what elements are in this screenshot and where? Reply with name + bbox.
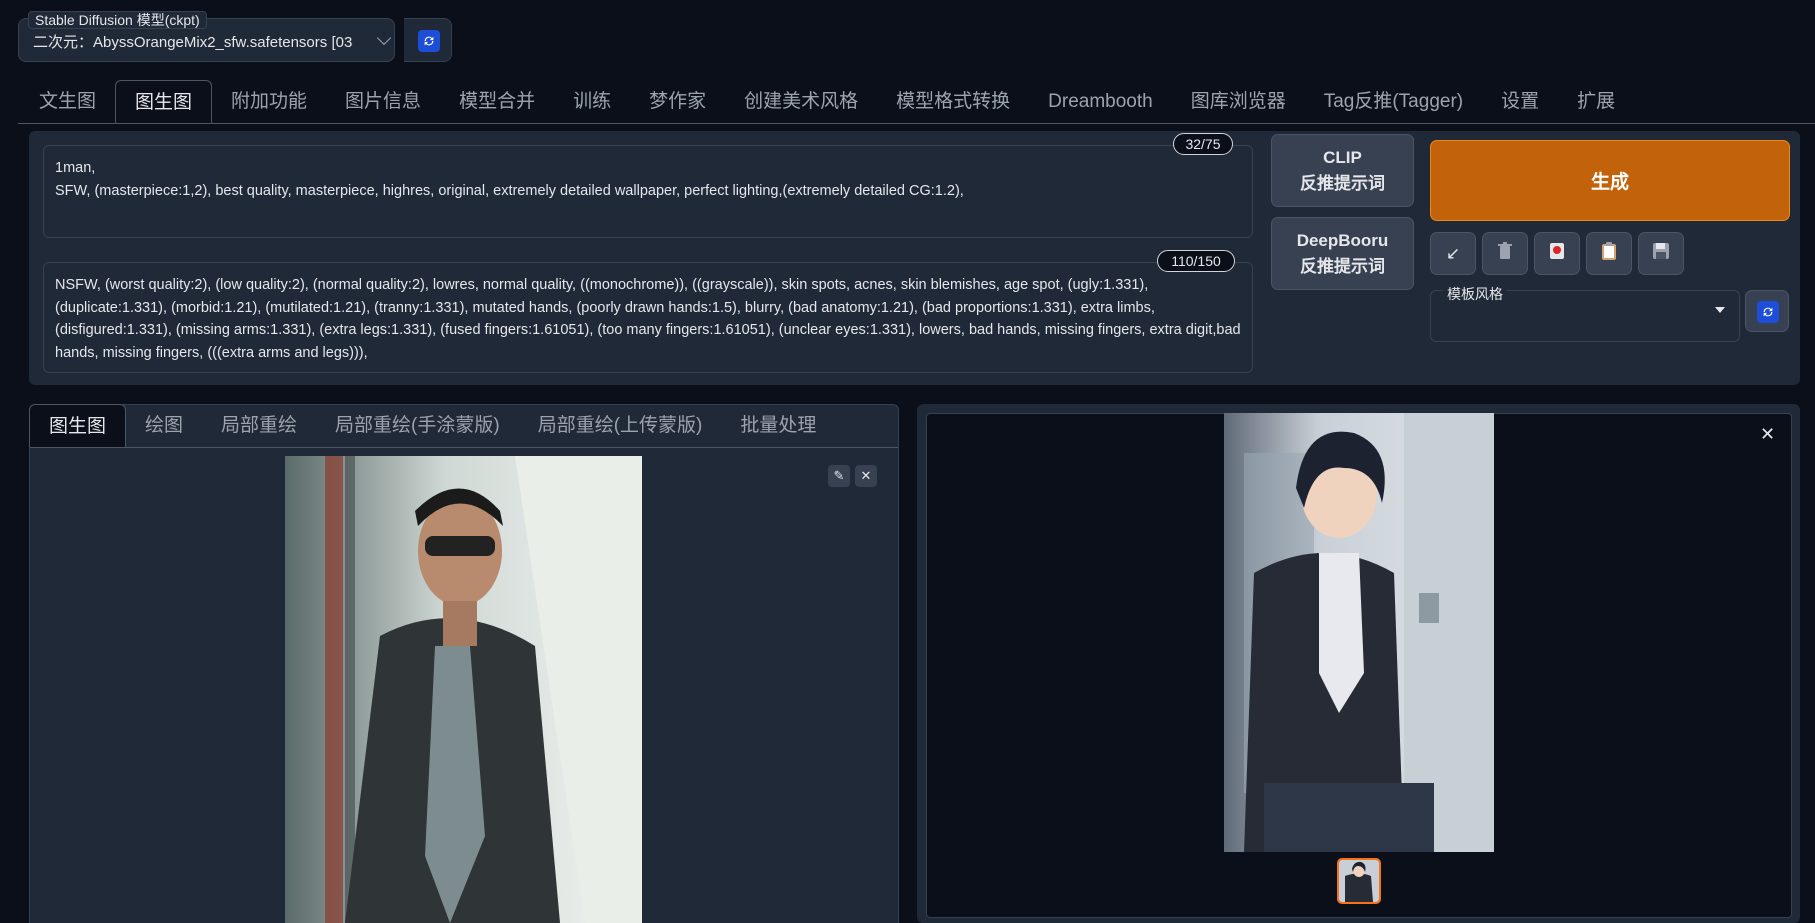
chevron-down-icon — [376, 30, 392, 46]
positive-prompt-input[interactable]: 1man, SFW, (masterpiece:1,2), best quali… — [43, 145, 1253, 238]
clip-button-line1: CLIP — [1323, 147, 1362, 167]
tab-sketch[interactable]: 绘图 — [126, 404, 202, 447]
clear-prompt-button[interactable] — [1482, 232, 1528, 275]
trash-icon — [1497, 242, 1513, 265]
tab-model-convert[interactable]: 模型格式转换 — [877, 80, 1029, 124]
tab-dreambooth[interactable]: Dreambooth — [1029, 80, 1172, 124]
read-params-button[interactable]: ↙ — [1430, 232, 1476, 275]
apply-style-button[interactable] — [1586, 232, 1632, 275]
deepbooru-button-line1: DeepBooru — [1296, 230, 1389, 250]
negative-token-counter: 110/150 — [1157, 250, 1235, 272]
clip-button-line2: 反推提示词 — [1300, 173, 1385, 193]
output-image[interactable] — [1224, 413, 1494, 852]
style-refresh-container — [1745, 290, 1789, 332]
tab-create-aesthetic[interactable]: 创建美术风格 — [725, 80, 877, 124]
tab-settings[interactable]: 设置 — [1482, 80, 1558, 124]
refresh-icon[interactable] — [418, 30, 440, 52]
floppy-disk-icon — [1653, 243, 1669, 264]
tab-extras[interactable]: 附加功能 — [212, 80, 326, 124]
deepbooru-button-line2: 反推提示词 — [1300, 256, 1385, 276]
tab-png-info[interactable]: 图片信息 — [326, 80, 440, 124]
model-selector-label: Stable Diffusion 模型(ckpt) — [28, 11, 207, 29]
tab-txt2img[interactable]: 文生图 — [20, 80, 115, 124]
input-photo — [285, 456, 642, 923]
tab-dream-artist[interactable]: 梦作家 — [630, 80, 725, 124]
negative-prompt-input[interactable]: NSFW, (worst quality:2), (low quality:2)… — [43, 262, 1253, 373]
tab-tagger[interactable]: Tag反推(Tagger) — [1305, 80, 1482, 124]
tab-image-browser[interactable]: 图库浏览器 — [1172, 80, 1305, 124]
tab-img2img[interactable]: 图生图 — [115, 80, 213, 124]
save-style-button[interactable] — [1638, 232, 1684, 275]
tab-inpaint-upload[interactable]: 局部重绘(上传蒙版) — [519, 404, 722, 447]
tab-inpaint-sketch[interactable]: 局部重绘(手涂蒙版) — [316, 404, 519, 447]
edit-icon[interactable]: ✎ — [828, 465, 850, 487]
tab-checkpoint-merger[interactable]: 模型合并 — [440, 80, 554, 124]
refresh-icon[interactable] — [1757, 301, 1779, 323]
flower-card-icon — [1549, 242, 1565, 265]
clipboard-icon — [1601, 242, 1617, 265]
model-selector[interactable]: Stable Diffusion 模型(ckpt) 二次元：AbyssOrang… — [18, 11, 395, 62]
output-thumbnail[interactable] — [1337, 858, 1381, 904]
model-selector-value: 二次元：AbyssOrangeMix2_sfw.safetensors [038 — [33, 34, 353, 51]
tab-extensions[interactable]: 扩展 — [1558, 80, 1634, 124]
img2img-mode-tabs: 图生图 绘图 局部重绘 局部重绘(手涂蒙版) 局部重绘(上传蒙版) 批量处理 — [29, 404, 835, 447]
arrow-down-left-icon: ↙ — [1445, 243, 1461, 263]
style-selector-label: 模板风格 — [1443, 284, 1507, 304]
clip-interrogate-button[interactable]: CLIP 反推提示词 — [1271, 134, 1414, 207]
tab-divider — [18, 123, 1815, 124]
positive-token-counter: 32/75 — [1173, 133, 1233, 155]
close-icon[interactable]: ✕ — [855, 465, 877, 487]
show-extra-networks-button[interactable] — [1534, 232, 1580, 275]
deepbooru-interrogate-button[interactable]: DeepBooru 反推提示词 — [1271, 217, 1414, 290]
close-icon[interactable]: ✕ — [1760, 424, 1775, 445]
caret-down-icon — [1715, 307, 1725, 313]
tab-inpaint[interactable]: 局部重绘 — [202, 404, 316, 447]
style-selector[interactable]: 模板风格 — [1430, 284, 1740, 342]
generate-button[interactable]: 生成 — [1430, 140, 1790, 221]
main-tab-bar: 文生图 图生图 附加功能 图片信息 模型合并 训练 梦作家 创建美术风格 模型格… — [20, 80, 1634, 124]
tab-train[interactable]: 训练 — [554, 80, 630, 124]
tab-img2img-mode[interactable]: 图生图 — [29, 404, 127, 447]
tab-batch[interactable]: 批量处理 — [721, 404, 835, 447]
model-refresh-container — [404, 18, 452, 62]
